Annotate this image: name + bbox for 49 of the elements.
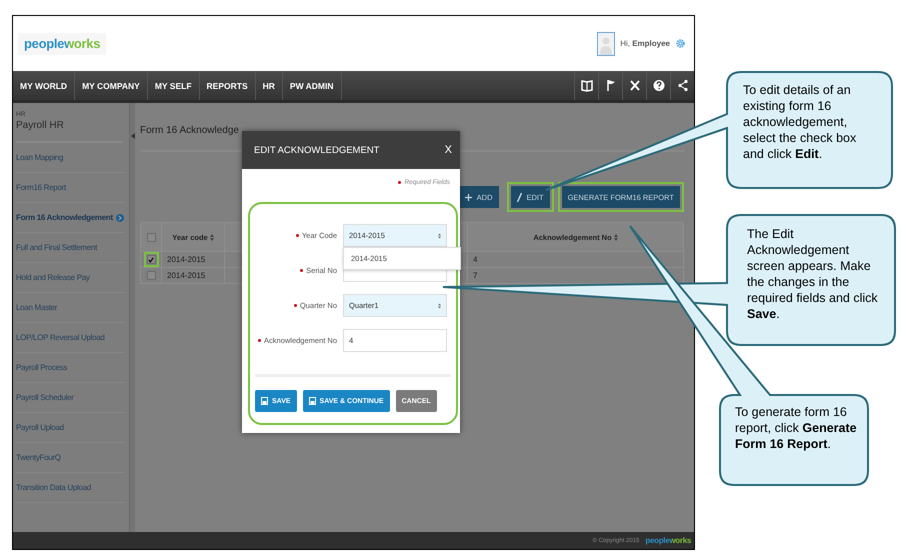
sidebar-item[interactable]: Loan Master [16, 303, 58, 312]
sort-icon[interactable] [614, 234, 618, 240]
plus-icon [464, 194, 472, 200]
sidebar-item[interactable]: LOP/LOP Reversal Upload [16, 333, 105, 342]
floppy-icon [261, 397, 268, 405]
sidebar-item[interactable]: Hold and Release Pay [16, 273, 90, 282]
user-greeting: Hi, Employee [620, 39, 670, 48]
sidebar-item[interactable]: TwentyFourQ [16, 453, 61, 462]
sidebar-item[interactable]: Loan Mapping [16, 153, 64, 162]
arrow-circle-icon [116, 214, 124, 222]
sidebar-title: Payroll HR [16, 120, 123, 143]
nav-item[interactable]: REPORTS [200, 71, 256, 100]
required-dot [398, 181, 402, 184]
sidebar-item[interactable]: Transition Data Upload [16, 483, 91, 492]
sidebar-item[interactable]: Form 16 Acknowledgement [16, 213, 113, 222]
checkbox[interactable] [146, 232, 156, 242]
select-arrows-icon [438, 302, 441, 308]
table-cell: 2014-2015 [162, 268, 224, 284]
sidebar-item[interactable]: Payroll Scheduler [16, 393, 74, 402]
callout-text: To edit details of an existing form 16 acknowledgement, select the check box and click Edit. [743, 82, 858, 162]
settings-icon[interactable] [675, 38, 686, 49]
floppy-icon [308, 397, 316, 405]
sidebar-item[interactable]: Form16 Report [16, 183, 66, 192]
nav-item[interactable]: MY SELF [148, 71, 200, 100]
nav-item[interactable]: HR [256, 71, 283, 100]
help-icon[interactable] [653, 80, 664, 91]
page-title: Form 16 Acknowledge [140, 125, 239, 136]
sidebar-item[interactable]: Full and Final Settlement [16, 243, 97, 252]
nav-item[interactable]: MY WORLD [13, 71, 76, 100]
callout-text: The Edit Acknowledgement screen appears. Make the changes in the required fields and click Save. [747, 226, 879, 322]
nav-item[interactable]: PW ADMIN [282, 71, 342, 100]
footer-logo: peopleworks [645, 536, 691, 545]
book-icon[interactable] [580, 80, 592, 92]
avatar-icon[interactable] [597, 32, 616, 56]
select-arrows-icon [438, 232, 441, 238]
sidebar-item[interactable]: Payroll Process [16, 363, 68, 372]
tools-icon[interactable] [630, 80, 640, 91]
sort-icon[interactable] [210, 234, 214, 240]
flag-icon[interactable] [606, 80, 614, 91]
sidebar-item[interactable]: Payroll Upload [16, 423, 64, 432]
checkbox[interactable] [146, 271, 156, 280]
dialog-title: EDIT ACKNOWLEDGEMENT [254, 144, 380, 156]
checkbox[interactable] [146, 255, 156, 264]
pencil-icon [516, 192, 522, 202]
callout-text: To generate form 16 report, click Generate Form 16 Report. [735, 404, 858, 452]
share-icon[interactable] [678, 80, 688, 92]
table-cell: 2014-2015 [162, 252, 224, 268]
nav-item[interactable]: MY COMPANY [75, 71, 148, 100]
close-button[interactable]: X [444, 144, 452, 156]
